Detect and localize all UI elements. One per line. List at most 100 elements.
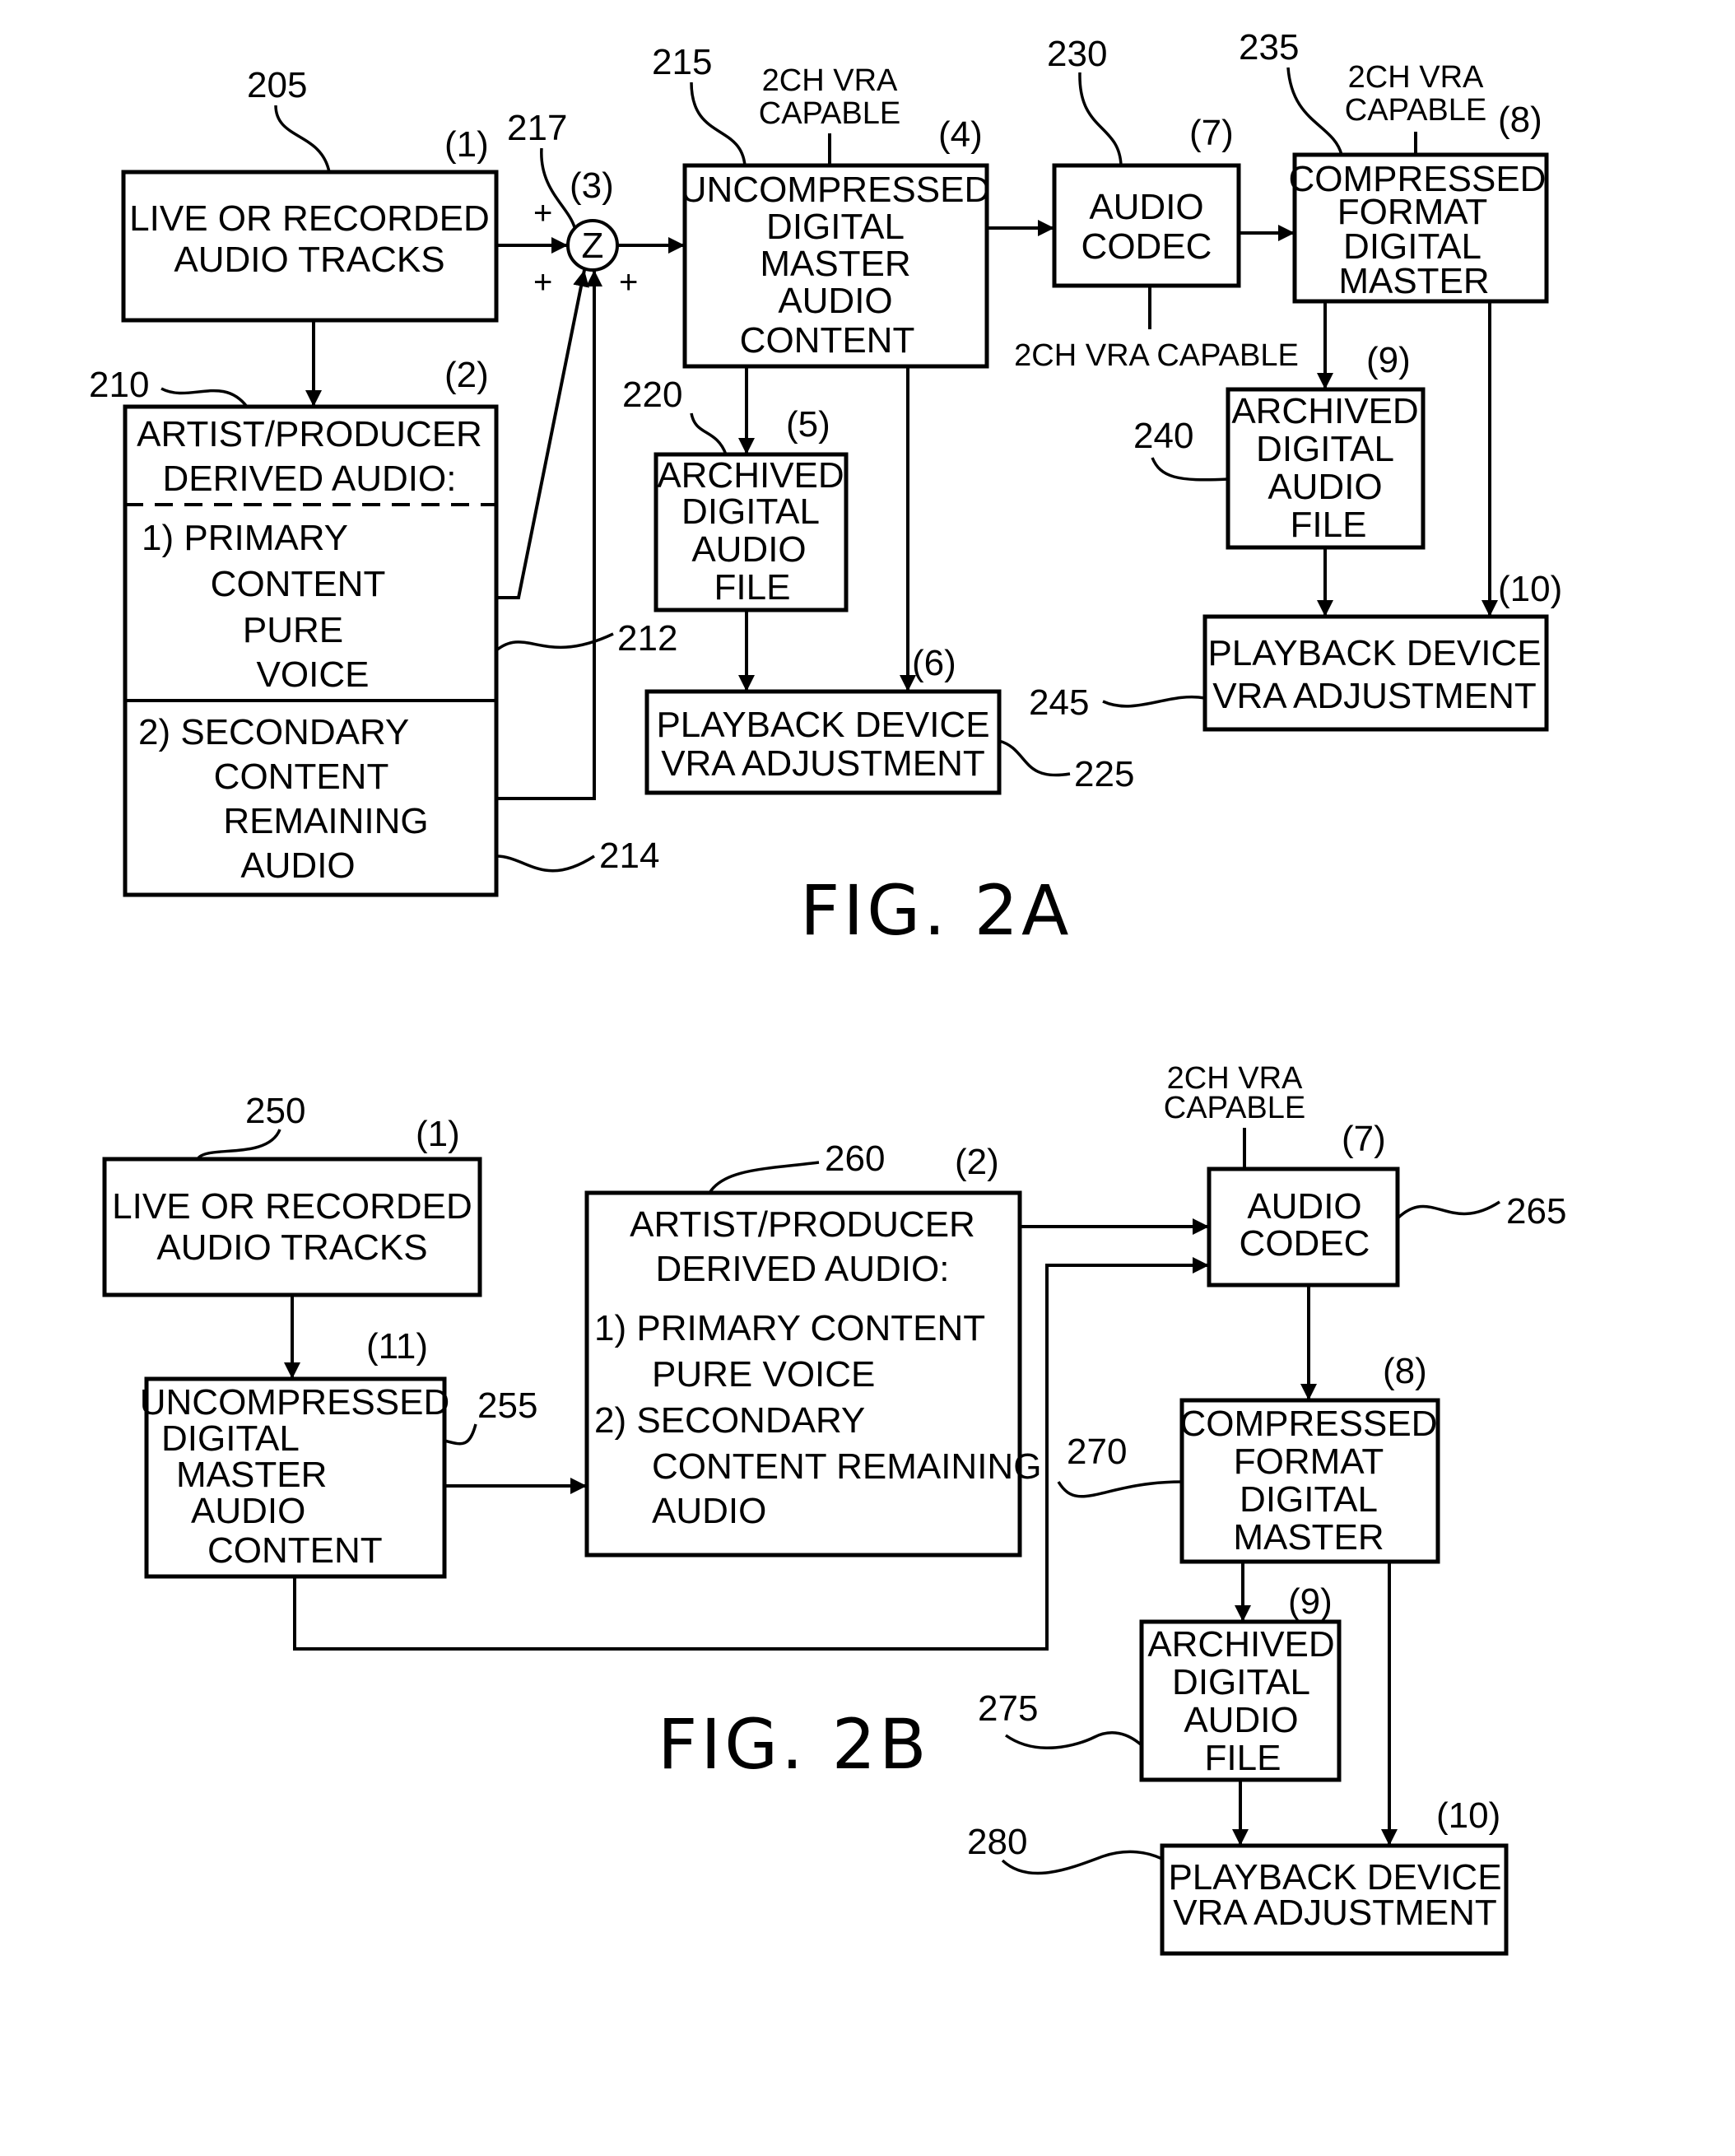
leader-line — [196, 1129, 281, 1161]
fig2a-archived-file-box-2: ARCHIVED DIGITAL AUDIO FILE — [1226, 387, 1426, 550]
leader-line — [444, 1423, 477, 1446]
arrow — [496, 269, 589, 599]
ref-numeral-235: 235 — [1239, 27, 1299, 68]
leader-line — [1078, 72, 1123, 166]
step-label: (9) — [1288, 1581, 1333, 1622]
ref-numeral-260: 260 — [825, 1139, 885, 1179]
vra-note: 2CH VRA — [1348, 60, 1484, 95]
box-text: VRA ADJUSTMENT — [1212, 676, 1537, 716]
box-text: PLAYBACK DEVICE — [1168, 1857, 1501, 1898]
box-text: FILE — [1291, 505, 1367, 545]
leader-line — [160, 387, 249, 408]
box-text: 1) PRIMARY CONTENT — [594, 1308, 985, 1348]
leader-line — [690, 81, 747, 166]
ref-numeral-275: 275 — [978, 1688, 1038, 1729]
step-label: (10) — [1498, 569, 1562, 609]
fig2b-live-recorded-box: LIVE OR RECORDED AUDIO TRACKS — [102, 1157, 482, 1297]
step-label: (3) — [570, 165, 614, 206]
leader-line — [1286, 67, 1343, 156]
box-text: DIGITAL — [1240, 1479, 1378, 1520]
box-text: ARCHIVED — [657, 455, 844, 496]
box-text: AUDIO — [1089, 187, 1203, 227]
box-text: VRA ADJUSTMENT — [1173, 1893, 1497, 1933]
box-text: DIGITAL — [681, 491, 820, 532]
box-text: LIVE OR RECORDED — [129, 198, 490, 239]
box-text: AUDIO — [778, 281, 892, 321]
ref-numeral-250: 250 — [245, 1091, 305, 1131]
fig2a-archived-file-box: ARCHIVED DIGITAL AUDIO FILE — [654, 452, 849, 612]
fig2b-compressed-master-box: COMPRESSED FORMAT DIGITAL MASTER — [1179, 1398, 1440, 1564]
box-text: CONTENT — [740, 320, 915, 361]
fig2b-archived-file-box: ARCHIVED DIGITAL AUDIO FILE — [1139, 1619, 1342, 1782]
step-label: (1) — [416, 1114, 460, 1154]
box-text: AUDIO — [1268, 467, 1382, 507]
box-text: FILE — [714, 567, 791, 608]
fig2b-artist-producer-box: ARTIST/PRODUCER DERIVED AUDIO: 1) PRIMAR… — [584, 1190, 1041, 1558]
fig-2b: LIVE OR RECORDED AUDIO TRACKS 250 (1) UN… — [102, 1061, 1566, 1956]
ref-numeral-270: 270 — [1067, 1432, 1127, 1472]
box-text: MASTER — [1233, 1517, 1384, 1558]
step-label: (10) — [1436, 1795, 1500, 1836]
box-text: AUDIO — [1184, 1700, 1298, 1740]
box-text: DERIVED AUDIO: — [163, 459, 457, 499]
box-text: AUDIO — [191, 1491, 305, 1531]
vra-note: 2CH VRA — [762, 63, 898, 98]
box-text: PURE — [243, 610, 343, 650]
fig2b-playback-device-box: PLAYBACK DEVICE VRA ADJUSTMENT — [1160, 1843, 1509, 1956]
box-text: PLAYBACK DEVICE — [656, 705, 989, 745]
ref-numeral-215: 215 — [652, 42, 712, 82]
leader-line — [1151, 457, 1229, 482]
box-text: FORMAT — [1234, 1441, 1384, 1482]
step-label: (7) — [1342, 1119, 1386, 1159]
ref-numeral-240: 240 — [1133, 416, 1193, 456]
box-text: CODEC — [1081, 226, 1212, 267]
leader-line — [495, 854, 595, 873]
ref-numeral-214: 214 — [599, 836, 659, 876]
box-text: ARCHIVED — [1231, 391, 1418, 431]
box-text: LIVE OR RECORDED — [112, 1186, 472, 1227]
vra-note: CAPABLE — [759, 96, 900, 131]
plus-sign: + — [619, 264, 638, 300]
box-text: VRA ADJUSTMENT — [661, 743, 985, 784]
box-text: 2) SECONDARY — [138, 712, 409, 752]
plus-sign: + — [533, 264, 552, 300]
vra-note: 2CH VRA CAPABLE — [1014, 338, 1299, 373]
fig2a-playback-device-box-2: PLAYBACK DEVICE VRA ADJUSTMENT — [1202, 614, 1549, 732]
ref-numeral-220: 220 — [622, 375, 682, 415]
box-text: FILE — [1205, 1738, 1281, 1778]
step-label: (6) — [912, 643, 956, 683]
box-text: AUDIO TRACKS — [156, 1227, 427, 1268]
leader-line — [708, 1161, 820, 1194]
box-text: AUDIO — [1247, 1186, 1361, 1227]
vra-note: CAPABLE — [1345, 93, 1486, 128]
step-label: (11) — [366, 1326, 428, 1367]
box-text: DERIVED AUDIO: — [656, 1249, 950, 1289]
ref-numeral-230: 230 — [1047, 34, 1107, 74]
fig2a-compressed-master-box: COMPRESSED FORMAT DIGITAL MASTER — [1289, 152, 1549, 304]
leader-line — [274, 105, 331, 173]
box-text: AUDIO TRACKS — [174, 240, 444, 280]
box-text: CONTENT — [211, 564, 386, 604]
leader-line — [1004, 1731, 1143, 1750]
leader-line — [690, 412, 728, 455]
box-text: REMAINING — [223, 801, 428, 841]
box-text: CONTENT — [214, 757, 389, 797]
box-text: DIGITAL — [161, 1418, 300, 1459]
box-text: VOICE — [257, 654, 370, 695]
step-label: (8) — [1498, 100, 1542, 140]
box-text: UNCOMPRESSED — [140, 1382, 450, 1423]
box-text: ARTIST/PRODUCER — [630, 1204, 975, 1245]
box-text: UNCOMPRESSED — [681, 170, 991, 210]
ref-numeral-205: 205 — [247, 65, 307, 105]
box-text: DIGITAL — [1172, 1662, 1310, 1702]
step-label: (1) — [444, 124, 489, 165]
leader-line — [1057, 1480, 1183, 1498]
fig2a-artist-producer-box: ARTIST/PRODUCER DERIVED AUDIO: 1) PRIMAR… — [123, 404, 499, 897]
ref-numeral-217: 217 — [507, 108, 567, 148]
figure-caption-2b: FIG. 2B — [658, 1704, 930, 1785]
fig2b-audio-codec-box: AUDIO CODEC — [1207, 1166, 1400, 1288]
arrow — [496, 270, 602, 800]
ref-numeral-255: 255 — [477, 1385, 537, 1426]
box-text: AUDIO — [652, 1491, 766, 1531]
step-label: (9) — [1366, 340, 1411, 380]
